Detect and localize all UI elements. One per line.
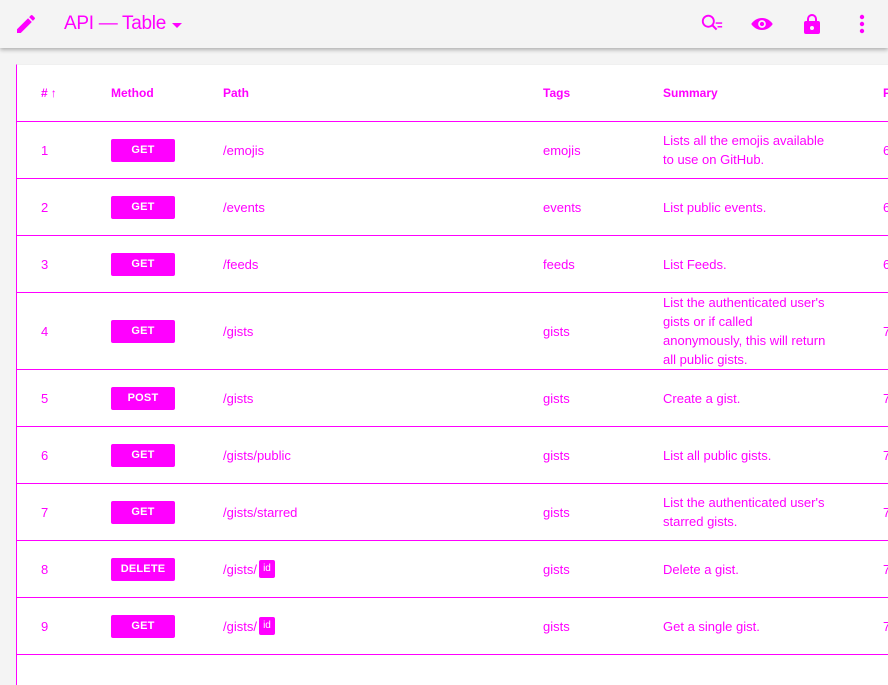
table-row[interactable]: 1 GET /emojis emojis Lists all the emoji…: [17, 122, 888, 179]
row-summary: List public events.: [663, 199, 767, 215]
row-summary: Lists all the emojis available to use on…: [663, 133, 825, 167]
row-tags[interactable]: gists: [543, 484, 570, 540]
row-summary: List the authenticated user's starred gi…: [663, 495, 825, 529]
row-extra: 6: [883, 199, 888, 215]
row-path: /events: [223, 199, 265, 215]
table-row[interactable]: 6 GET /gists/public gists List all publi…: [17, 427, 888, 484]
method-badge: GET: [111, 443, 175, 467]
path-param-chip[interactable]: id: [258, 560, 275, 578]
row-extra: 7: [883, 561, 888, 577]
table-header: # ↑ Method Path Tags Summary P: [17, 65, 888, 122]
app-bar: API — Table: [0, 0, 888, 48]
more-vert-icon[interactable]: [850, 12, 874, 36]
method-badge: POST: [111, 386, 175, 410]
row-summary: Create a gist.: [663, 390, 741, 406]
row-number: 9: [41, 618, 49, 634]
row-extra: 7: [883, 390, 888, 406]
method-badge: DELETE: [111, 557, 175, 581]
row-number: 7: [41, 504, 49, 520]
table-row[interactable]: 3 GET /feeds feeds List Feeds. 6: [17, 236, 888, 293]
row-tags[interactable]: gists: [543, 370, 570, 426]
method-badge: GET: [111, 195, 175, 219]
row-number: 1: [41, 142, 49, 158]
row-summary: Get a single gist.: [663, 618, 760, 634]
row-number: 8: [41, 561, 49, 577]
row-number: 2: [41, 199, 49, 215]
row-tags[interactable]: gists: [543, 598, 570, 654]
row-extra: 7: [883, 323, 888, 339]
sort-arrow-icon[interactable]: ↑: [51, 86, 57, 100]
row-summary: List all public gists.: [663, 447, 772, 463]
row-path: /emojis: [223, 142, 265, 158]
row-path: /gists/: [223, 561, 257, 577]
table-row[interactable]: 5 POST /gists gists Create a gist. 7: [17, 370, 888, 427]
header-path[interactable]: Path: [223, 65, 249, 121]
row-tags[interactable]: emojis: [543, 122, 581, 178]
visibility-icon[interactable]: [750, 12, 774, 36]
row-extra: 7: [883, 618, 888, 634]
lock-icon[interactable]: [800, 12, 824, 36]
table-row[interactable]: 8 DELETE /gists/ id gists Delete a gist.…: [17, 541, 888, 598]
row-extra: 7: [883, 504, 888, 520]
method-badge: GET: [111, 319, 175, 343]
caret-down-icon: [171, 22, 182, 28]
row-tags[interactable]: feeds: [543, 236, 575, 292]
row-path: /gists: [223, 323, 254, 339]
method-badge: GET: [111, 252, 175, 276]
row-extra: 7: [883, 447, 888, 463]
row-tags[interactable]: gists: [543, 427, 570, 483]
header-summary[interactable]: Summary: [663, 65, 835, 121]
search-icon[interactable]: [700, 12, 724, 36]
api-table: # ↑ Method Path Tags Summary P 1 GET /em…: [16, 64, 888, 685]
row-number: 6: [41, 447, 49, 463]
app-title-dropdown[interactable]: API — Table: [64, 12, 182, 36]
app-title: API — Table: [64, 13, 166, 34]
header-tags[interactable]: Tags: [543, 65, 570, 121]
row-tags[interactable]: gists: [543, 293, 570, 369]
table-row[interactable]: 7 GET /gists/starred gists List the auth…: [17, 484, 888, 541]
row-summary: List the authenticated user's gists or i…: [663, 295, 826, 367]
method-badge: GET: [111, 500, 175, 524]
table-row[interactable]: 4 GET /gists gists List the authenticate…: [17, 293, 888, 370]
row-extra: 6: [883, 256, 888, 272]
path-param-chip[interactable]: id: [258, 617, 275, 635]
row-tags[interactable]: events: [543, 179, 581, 235]
row-path: /gists/starred: [223, 504, 298, 520]
row-path: /gists: [223, 390, 254, 406]
table-row[interactable]: 9 GET /gists/ id gists Get a single gist…: [17, 598, 888, 655]
header-method[interactable]: Method: [111, 65, 154, 121]
row-number: 4: [41, 323, 49, 339]
header-extra[interactable]: P: [883, 65, 888, 121]
row-summary: List Feeds.: [663, 256, 727, 272]
row-summary: Delete a gist.: [663, 561, 739, 577]
row-number: 3: [41, 256, 49, 272]
row-path: /gists/public: [223, 447, 291, 463]
table-row[interactable]: 2 GET /events events List public events.…: [17, 179, 888, 236]
row-path: /feeds: [223, 256, 259, 272]
method-badge: GET: [111, 138, 175, 162]
row-extra: 6: [883, 142, 888, 158]
row-tags[interactable]: gists: [543, 541, 570, 597]
header-num[interactable]: # ↑: [41, 65, 57, 121]
method-badge: GET: [111, 614, 175, 638]
row-path: /gists/: [223, 618, 257, 634]
edit-icon[interactable]: [14, 12, 38, 36]
row-number: 5: [41, 390, 49, 406]
toolbar-icons: [700, 12, 874, 36]
